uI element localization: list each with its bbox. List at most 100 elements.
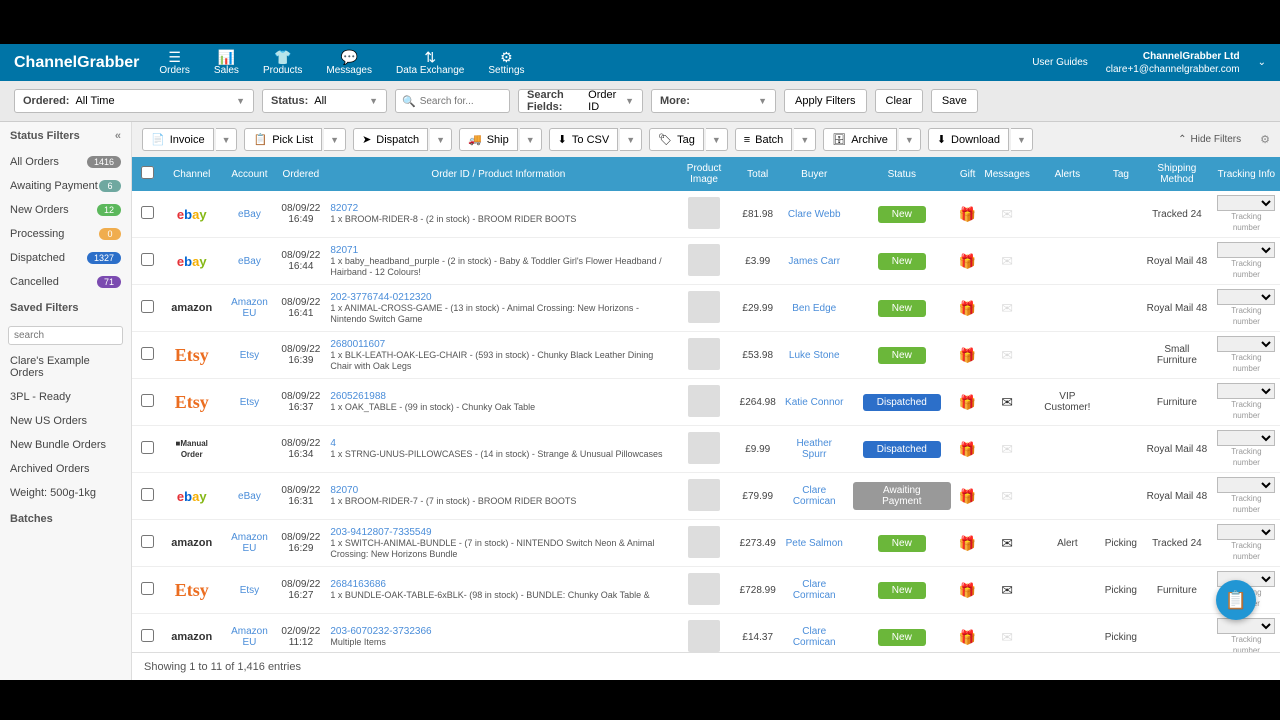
- hide-filters-toggle[interactable]: ⌃Hide Filters: [1178, 134, 1247, 145]
- buyer-link[interactable]: Heather Spurr: [796, 438, 832, 460]
- sidebar-status-item[interactable]: All Orders1416: [0, 150, 131, 174]
- tracking-select[interactable]: [1217, 477, 1275, 493]
- gift-icon[interactable]: 🎁: [959, 394, 976, 410]
- order-id-link[interactable]: 82070: [330, 485, 668, 496]
- more-filter[interactable]: More:▼: [651, 89, 776, 113]
- order-id-link[interactable]: 2684163686: [330, 579, 668, 590]
- row-checkbox[interactable]: [141, 582, 154, 595]
- account-info[interactable]: ChannelGrabber Ltd clare+1@channelgrabbe…: [1106, 50, 1240, 76]
- message-icon[interactable]: ✉: [1001, 488, 1013, 504]
- row-checkbox[interactable]: [141, 394, 154, 407]
- message-icon[interactable]: ✉: [1001, 206, 1013, 222]
- account-link[interactable]: Etsy: [240, 585, 259, 596]
- action-to csv-dropdown[interactable]: ▼: [620, 128, 642, 151]
- action-archive[interactable]: 🗄Archive: [823, 128, 897, 151]
- action-invoice-dropdown[interactable]: ▼: [216, 128, 238, 151]
- message-icon[interactable]: ✉: [1001, 629, 1013, 645]
- collapse-sidebar-icon[interactable]: «: [115, 130, 121, 142]
- sidebar-saved-item[interactable]: Clare's Example Orders: [0, 349, 131, 385]
- row-checkbox[interactable]: [141, 535, 154, 548]
- sidebar-status-item[interactable]: Cancelled71: [0, 270, 131, 294]
- buyer-link[interactable]: Ben Edge: [792, 303, 836, 314]
- sidebar-status-item[interactable]: Processing0: [0, 222, 131, 246]
- searchfields-filter[interactable]: Search Fields:Order ID▼: [518, 89, 643, 113]
- clipboard-fab[interactable]: 📋: [1216, 580, 1256, 620]
- order-id-link[interactable]: 2680011607: [330, 339, 668, 350]
- tracking-select[interactable]: [1217, 336, 1275, 352]
- nav-products[interactable]: 👕Products: [263, 49, 302, 76]
- ordered-filter[interactable]: Ordered:All Time▼: [14, 89, 254, 113]
- buyer-link[interactable]: Katie Connor: [785, 397, 843, 408]
- message-icon[interactable]: ✉: [1001, 394, 1013, 410]
- order-id-link[interactable]: 4: [330, 438, 668, 449]
- sidebar-saved-item[interactable]: Weight: 500g-1kg: [0, 481, 131, 505]
- action-tag[interactable]: 🏷Tag: [649, 128, 704, 151]
- action-invoice[interactable]: 📄Invoice: [142, 128, 214, 151]
- clear-button[interactable]: Clear: [875, 89, 923, 113]
- nav-settings[interactable]: ⚙Settings: [488, 49, 524, 76]
- gift-icon[interactable]: 🎁: [959, 347, 976, 363]
- row-checkbox[interactable]: [141, 488, 154, 501]
- row-checkbox[interactable]: [141, 253, 154, 266]
- action-pick list[interactable]: 📋Pick List: [244, 128, 322, 151]
- account-link[interactable]: eBay: [238, 256, 261, 267]
- message-icon[interactable]: ✉: [1001, 300, 1013, 316]
- account-link[interactable]: Amazon EU: [231, 626, 268, 648]
- apply-filters-button[interactable]: Apply Filters: [784, 89, 867, 113]
- sidebar-status-item[interactable]: Awaiting Payment6: [0, 174, 131, 198]
- account-link[interactable]: Etsy: [240, 397, 259, 408]
- select-all-checkbox[interactable]: [141, 166, 154, 179]
- action-archive-dropdown[interactable]: ▼: [899, 128, 921, 151]
- buyer-link[interactable]: Luke Stone: [789, 350, 840, 361]
- tracking-select[interactable]: [1217, 524, 1275, 540]
- order-id-link[interactable]: 2605261988: [330, 391, 668, 402]
- status-filter[interactable]: Status:All▼: [262, 89, 387, 113]
- nav-messages[interactable]: 💬Messages: [326, 49, 372, 76]
- action-ship-dropdown[interactable]: ▼: [520, 128, 542, 151]
- nav-data[interactable]: ⇅Data Exchange: [396, 49, 464, 76]
- sidebar-status-item[interactable]: Dispatched1327: [0, 246, 131, 270]
- gift-icon[interactable]: 🎁: [959, 206, 976, 222]
- tracking-select[interactable]: [1217, 242, 1275, 258]
- message-icon[interactable]: ✉: [1001, 582, 1013, 598]
- order-id-link[interactable]: 203-6070232-3732366: [330, 626, 668, 637]
- action-batch-dropdown[interactable]: ▼: [794, 128, 816, 151]
- buyer-link[interactable]: Clare Webb: [788, 209, 841, 220]
- user-guides-link[interactable]: User Guides: [1032, 57, 1088, 68]
- order-id-link[interactable]: 202-3776744-0212320: [330, 292, 668, 303]
- tracking-select[interactable]: [1217, 430, 1275, 446]
- gift-icon[interactable]: 🎁: [959, 441, 976, 457]
- row-checkbox[interactable]: [141, 441, 154, 454]
- buyer-link[interactable]: Clare Cormican: [793, 485, 836, 507]
- table-settings-icon[interactable]: ⚙: [1260, 133, 1270, 146]
- action-dispatch[interactable]: ➤Dispatch: [353, 128, 428, 151]
- row-checkbox[interactable]: [141, 300, 154, 313]
- sidebar-saved-item[interactable]: New US Orders: [0, 409, 131, 433]
- save-button[interactable]: Save: [931, 89, 978, 113]
- tracking-select[interactable]: [1217, 195, 1275, 211]
- gift-icon[interactable]: 🎁: [959, 582, 976, 598]
- account-link[interactable]: eBay: [238, 209, 261, 220]
- message-icon[interactable]: ✉: [1001, 253, 1013, 269]
- order-id-link[interactable]: 203-9412807-7335549: [330, 527, 668, 538]
- message-icon[interactable]: ✉: [1001, 535, 1013, 551]
- tracking-select[interactable]: [1217, 289, 1275, 305]
- sidebar-status-item[interactable]: New Orders12: [0, 198, 131, 222]
- tracking-select[interactable]: [1217, 618, 1275, 634]
- account-chevron-icon[interactable]: ⌄: [1258, 57, 1266, 68]
- row-checkbox[interactable]: [141, 206, 154, 219]
- action-dispatch-dropdown[interactable]: ▼: [430, 128, 452, 151]
- action-to csv[interactable]: ⬇To CSV: [549, 128, 619, 151]
- row-checkbox[interactable]: [141, 629, 154, 642]
- batches-header[interactable]: Batches: [0, 505, 131, 533]
- sidebar-saved-item[interactable]: New Bundle Orders: [0, 433, 131, 457]
- nav-orders[interactable]: ☰Orders: [159, 49, 190, 76]
- order-id-link[interactable]: 82072: [330, 203, 668, 214]
- account-link[interactable]: Amazon EU: [231, 532, 268, 554]
- saved-filter-search[interactable]: [8, 326, 123, 345]
- tracking-select[interactable]: [1217, 383, 1275, 399]
- buyer-link[interactable]: Clare Cormican: [793, 579, 836, 601]
- buyer-link[interactable]: Pete Salmon: [786, 538, 843, 549]
- buyer-link[interactable]: James Carr: [788, 256, 840, 267]
- row-checkbox[interactable]: [141, 347, 154, 360]
